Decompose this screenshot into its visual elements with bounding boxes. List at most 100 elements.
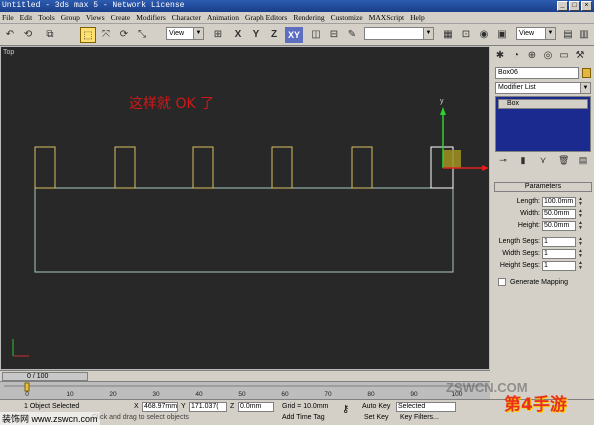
configure-sets-icon[interactable]: ▤	[578, 154, 588, 166]
length-field[interactable]: 100.0mm	[542, 197, 576, 207]
render-scene-icon[interactable]: ▣	[494, 27, 510, 43]
menu-group[interactable]: Group	[61, 12, 80, 23]
time-slider[interactable]: 0 / 100	[2, 372, 88, 381]
spinner-icon[interactable]: ▲ ▼	[577, 261, 584, 271]
align-icon[interactable]: ⊟	[326, 27, 342, 43]
axis-xy-button[interactable]: XY	[285, 27, 303, 43]
generate-mapping-option[interactable]: Generate Mapping	[498, 278, 568, 286]
menu-graph-editors[interactable]: Graph Editors	[245, 12, 287, 23]
add-time-tag[interactable]: Add Time Tag	[282, 414, 325, 421]
parameters-rollout-header[interactable]: Parameters	[494, 182, 592, 192]
redo-icon[interactable]: ⟲	[20, 27, 36, 43]
menu-maxscript[interactable]: MAXScript	[369, 12, 404, 23]
menu-tools[interactable]: Tools	[38, 12, 55, 23]
spinner-icon[interactable]: ▲ ▼	[577, 237, 584, 247]
pin-stack-icon[interactable]: ⊸	[498, 154, 508, 166]
tooth-box-1	[34, 146, 56, 189]
axis-z-button[interactable]: Z	[266, 27, 282, 43]
y-coordinate-field[interactable]: 171.037(	[189, 402, 227, 412]
object-name-field[interactable]: Box06	[495, 67, 579, 79]
menu-animation[interactable]: Animation	[207, 12, 239, 23]
menu-help[interactable]: Help	[410, 12, 425, 23]
menu-views[interactable]: Views	[86, 12, 105, 23]
bind-icon[interactable]: ⧉	[42, 27, 58, 43]
command-panel: ✱ ◔ ⊕ ◎ ▭ ⚒ Box06 Modifier List ▼ Box ⊸ …	[490, 46, 594, 376]
scene-geometry[interactable]: y	[1, 47, 489, 369]
axis-y-button[interactable]: Y	[248, 27, 264, 43]
named-selection-dropdown[interactable]: ▼	[364, 27, 434, 40]
maximize-button[interactable]: □	[569, 1, 580, 11]
height-field[interactable]: 50.0mm	[542, 221, 576, 231]
menu-file[interactable]: File	[2, 12, 14, 23]
key-icon[interactable]: ⚷	[342, 404, 349, 415]
param-width: Width: 50.0mm ▲ ▼	[490, 209, 590, 219]
spinner-icon[interactable]: ▲ ▼	[577, 209, 584, 219]
schematic-icon[interactable]: ⊡	[458, 27, 474, 43]
make-unique-icon[interactable]: ⋎	[538, 154, 548, 166]
x-coordinate-field[interactable]: 468.97mm	[142, 402, 178, 412]
auto-key-button[interactable]: Auto Key	[362, 403, 390, 410]
spinner-icon[interactable]: ▲ ▼	[577, 221, 584, 231]
menu-create[interactable]: Create	[111, 12, 131, 23]
chevron-down-icon: ▼	[545, 28, 555, 39]
modify-tab-icon[interactable]: ◔	[510, 50, 522, 62]
render-type-dropdown[interactable]: View ▼	[516, 27, 556, 40]
track-bar[interactable]: 0 10 20 30 40 50 60 70 80 90 100	[0, 381, 490, 399]
tick-label: 70	[324, 391, 332, 398]
menu-modifiers[interactable]: Modifiers	[136, 12, 166, 23]
menu-rendering[interactable]: Rendering	[293, 12, 324, 23]
menu-character[interactable]: Character	[172, 12, 201, 23]
pivot-icon[interactable]: ⊞	[210, 27, 226, 43]
select-move-icon[interactable]: ⤧	[98, 27, 114, 43]
gizmo-y-arrow	[440, 107, 446, 115]
menu-customize[interactable]: Customize	[331, 12, 363, 23]
set-key-button[interactable]: Set Key	[364, 414, 389, 421]
param-label: Width:	[520, 210, 540, 217]
tick-label: 60	[281, 391, 289, 398]
tooth-box-5	[351, 146, 373, 189]
spinner-icon[interactable]: ▲ ▼	[577, 197, 584, 207]
key-mode-dropdown[interactable]: Selected	[396, 402, 456, 412]
z-coordinate-field[interactable]: 0.0mm	[238, 402, 274, 412]
utilities-tab-icon[interactable]: ⚒	[574, 50, 586, 62]
undo-icon[interactable]: ↶	[2, 27, 18, 43]
width-segs-field[interactable]: 1	[542, 249, 576, 259]
material-editor-icon[interactable]: ◉	[476, 27, 492, 43]
hierarchy-tab-icon[interactable]: ⊕	[526, 50, 538, 62]
quick-render-icon[interactable]: ▤	[560, 27, 576, 43]
generate-mapping-checkbox[interactable]	[498, 278, 506, 286]
remove-modifier-icon[interactable]: 🗑	[558, 154, 569, 166]
modifier-stack[interactable]: Box	[495, 96, 591, 152]
param-length: Length: 100.0mm ▲ ▼	[490, 197, 590, 207]
height-segs-field[interactable]: 1	[542, 261, 576, 271]
width-field[interactable]: 50.0mm	[542, 209, 576, 219]
key-filters-button[interactable]: Key Filters...	[400, 414, 439, 421]
show-end-result-icon[interactable]: ▮	[518, 154, 528, 166]
reference-coord-dropdown[interactable]: View ▼	[166, 27, 204, 40]
z-label: Z	[230, 403, 235, 410]
top-viewport[interactable]: Top 这样就 OK 了 y	[0, 46, 490, 370]
spinner-icon[interactable]: ▲ ▼	[577, 249, 584, 259]
select-icon[interactable]: ⬚	[80, 27, 96, 43]
select-scale-icon[interactable]: ⤡	[134, 27, 150, 43]
select-rotate-icon[interactable]: ⟳	[116, 27, 132, 43]
length-segs-field[interactable]: 1	[542, 237, 576, 247]
watermark-left: 装饰网 www.zswcn.com	[0, 412, 100, 425]
chevron-down-icon: ▼	[580, 83, 590, 93]
mirror-icon[interactable]: ◫	[308, 27, 324, 43]
time-marker	[24, 382, 30, 392]
stack-item-box[interactable]: Box	[498, 99, 588, 109]
motion-tab-icon[interactable]: ◎	[542, 50, 554, 62]
object-color-swatch[interactable]	[582, 68, 591, 78]
tick-label: 90	[410, 391, 418, 398]
curve-editor-icon[interactable]: ▦	[440, 27, 456, 43]
named-selection-icon[interactable]: ✎	[344, 27, 360, 43]
create-tab-icon[interactable]: ✱	[494, 50, 506, 62]
menu-edit[interactable]: Edit	[20, 12, 33, 23]
axis-x-button[interactable]: X	[230, 27, 246, 43]
minimize-button[interactable]: _	[557, 1, 568, 11]
modifier-list-dropdown[interactable]: Modifier List ▼	[495, 82, 591, 94]
display-tab-icon[interactable]: ▭	[558, 50, 570, 62]
close-button[interactable]: ×	[581, 1, 592, 11]
render-last-icon[interactable]: ▥	[576, 27, 592, 43]
